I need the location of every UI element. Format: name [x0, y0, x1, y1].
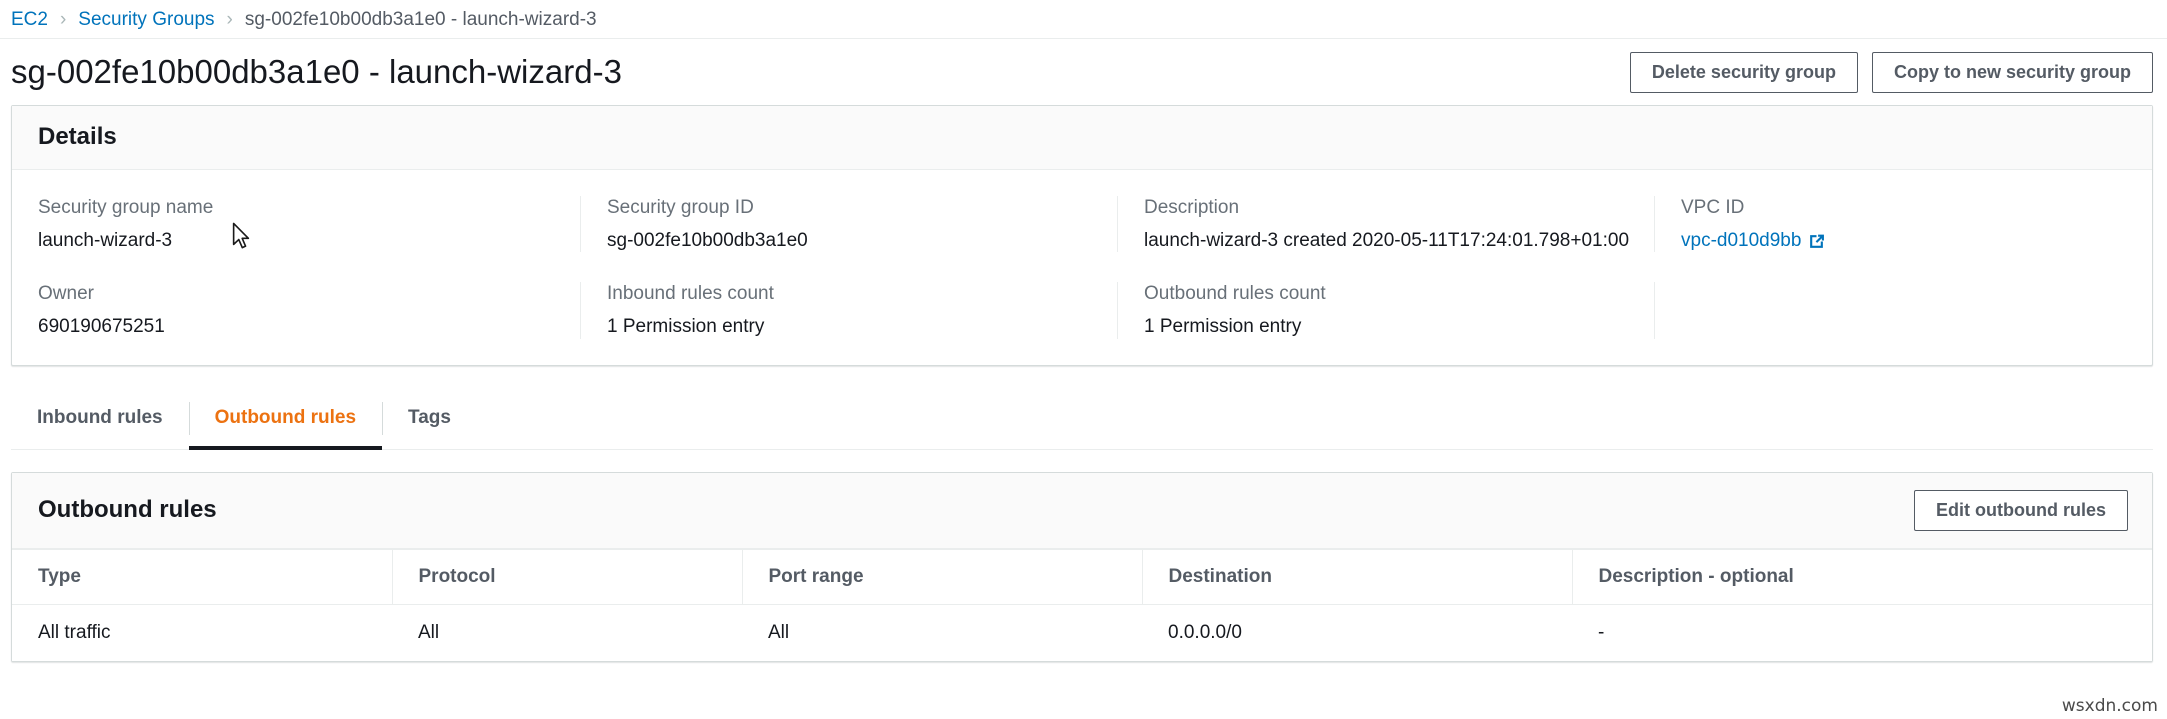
cell-destination: 0.0.0.0/0 [1142, 604, 1572, 661]
detail-label: VPC ID [1681, 196, 2126, 220]
table-body: All traffic All All 0.0.0.0/0 - [12, 604, 2152, 661]
detail-empty-cell [1654, 282, 2152, 339]
outbound-rules-title: Outbound rules [38, 496, 217, 525]
outbound-rules-table: Type Protocol Port range Destination Des… [12, 549, 2152, 661]
column-header-type: Type [12, 549, 392, 604]
details-title: Details [38, 123, 117, 152]
breadcrumb-item-current: sg-002fe10b00db3a1e0 - launch-wizard-3 [245, 10, 597, 29]
detail-inbound-rules-count: Inbound rules count 1 Permission entry [580, 282, 1117, 339]
detail-vpc-id: VPC ID vpc-d010d9bb [1654, 196, 2152, 253]
page-title: sg-002fe10b00db3a1e0 - launch-wizard-3 [11, 54, 622, 90]
details-row: Security group name launch-wizard-3 Secu… [12, 196, 2152, 253]
table-row[interactable]: All traffic All All 0.0.0.0/0 - [12, 604, 2152, 661]
detail-value: 1 Permission entry [607, 315, 1091, 339]
tabs-container: Inbound rules Outbound rules Tags [0, 388, 2167, 450]
detail-value: launch-wizard-3 [38, 229, 554, 253]
edit-outbound-rules-button[interactable]: Edit outbound rules [1914, 490, 2128, 531]
detail-label: Description [1144, 196, 1628, 220]
detail-owner: Owner 690190675251 [12, 282, 580, 339]
breadcrumb-separator-icon: › [227, 10, 233, 29]
cell-description: - [1572, 604, 2152, 661]
column-header-description: Description - optional [1572, 549, 2152, 604]
breadcrumb-separator-icon: › [60, 10, 66, 29]
detail-label: Outbound rules count [1144, 282, 1628, 306]
outbound-rules-card-header: Outbound rules Edit outbound rules [12, 473, 2152, 549]
details-row: Owner 690190675251 Inbound rules count 1… [12, 282, 2152, 339]
tab-inbound-rules[interactable]: Inbound rules [11, 388, 189, 449]
detail-label: Security group ID [607, 196, 1091, 220]
watermark: wsxdn.com [2062, 696, 2158, 716]
details-card: Details Security group name launch-wizar… [11, 105, 2153, 366]
breadcrumb-item-security-groups[interactable]: Security Groups [78, 10, 214, 29]
vpc-id-link-label: vpc-d010d9bb [1681, 229, 1801, 253]
table-header-row: Type Protocol Port range Destination Des… [12, 549, 2152, 604]
vpc-id-link[interactable]: vpc-d010d9bb [1681, 229, 1825, 253]
detail-value: 1 Permission entry [1144, 315, 1628, 339]
column-header-destination: Destination [1142, 549, 1572, 604]
tab-tags[interactable]: Tags [382, 388, 477, 449]
detail-security-group-id: Security group ID sg-002fe10b00db3a1e0 [580, 196, 1117, 253]
detail-label: Security group name [38, 196, 554, 220]
cell-port-range: All [742, 604, 1142, 661]
detail-description: Description launch-wizard-3 created 2020… [1117, 196, 1654, 253]
tab-outbound-rules[interactable]: Outbound rules [189, 388, 382, 449]
details-card-header: Details [12, 106, 2152, 170]
copy-to-new-security-group-button[interactable]: Copy to new security group [1872, 52, 2153, 93]
breadcrumb-item-ec2[interactable]: EC2 [11, 10, 48, 29]
outbound-rules-card: Outbound rules Edit outbound rules Type … [11, 472, 2153, 662]
page-header: sg-002fe10b00db3a1e0 - launch-wizard-3 D… [0, 39, 2167, 105]
detail-value: launch-wizard-3 created 2020-05-11T17:24… [1144, 229, 1628, 253]
detail-value: sg-002fe10b00db3a1e0 [607, 229, 1091, 253]
external-link-icon [1808, 233, 1825, 250]
detail-value: 690190675251 [38, 315, 554, 339]
tabs: Inbound rules Outbound rules Tags [11, 388, 2153, 450]
breadcrumb: EC2 › Security Groups › sg-002fe10b00db3… [0, 0, 2167, 38]
detail-label: Owner [38, 282, 554, 306]
delete-security-group-button[interactable]: Delete security group [1630, 52, 1858, 93]
detail-label: Inbound rules count [607, 282, 1091, 306]
column-header-protocol: Protocol [392, 549, 742, 604]
details-body: Security group name launch-wizard-3 Secu… [12, 170, 2152, 365]
cell-type: All traffic [12, 604, 392, 661]
table-header: Type Protocol Port range Destination Des… [12, 549, 2152, 604]
header-actions: Delete security group Copy to new securi… [1630, 52, 2153, 93]
outbound-rules-section: Outbound rules Edit outbound rules Type … [0, 472, 2167, 662]
detail-outbound-rules-count: Outbound rules count 1 Permission entry [1117, 282, 1654, 339]
details-section: Details Security group name launch-wizar… [0, 105, 2167, 366]
column-header-port-range: Port range [742, 549, 1142, 604]
cell-protocol: All [392, 604, 742, 661]
detail-security-group-name: Security group name launch-wizard-3 [12, 196, 580, 253]
